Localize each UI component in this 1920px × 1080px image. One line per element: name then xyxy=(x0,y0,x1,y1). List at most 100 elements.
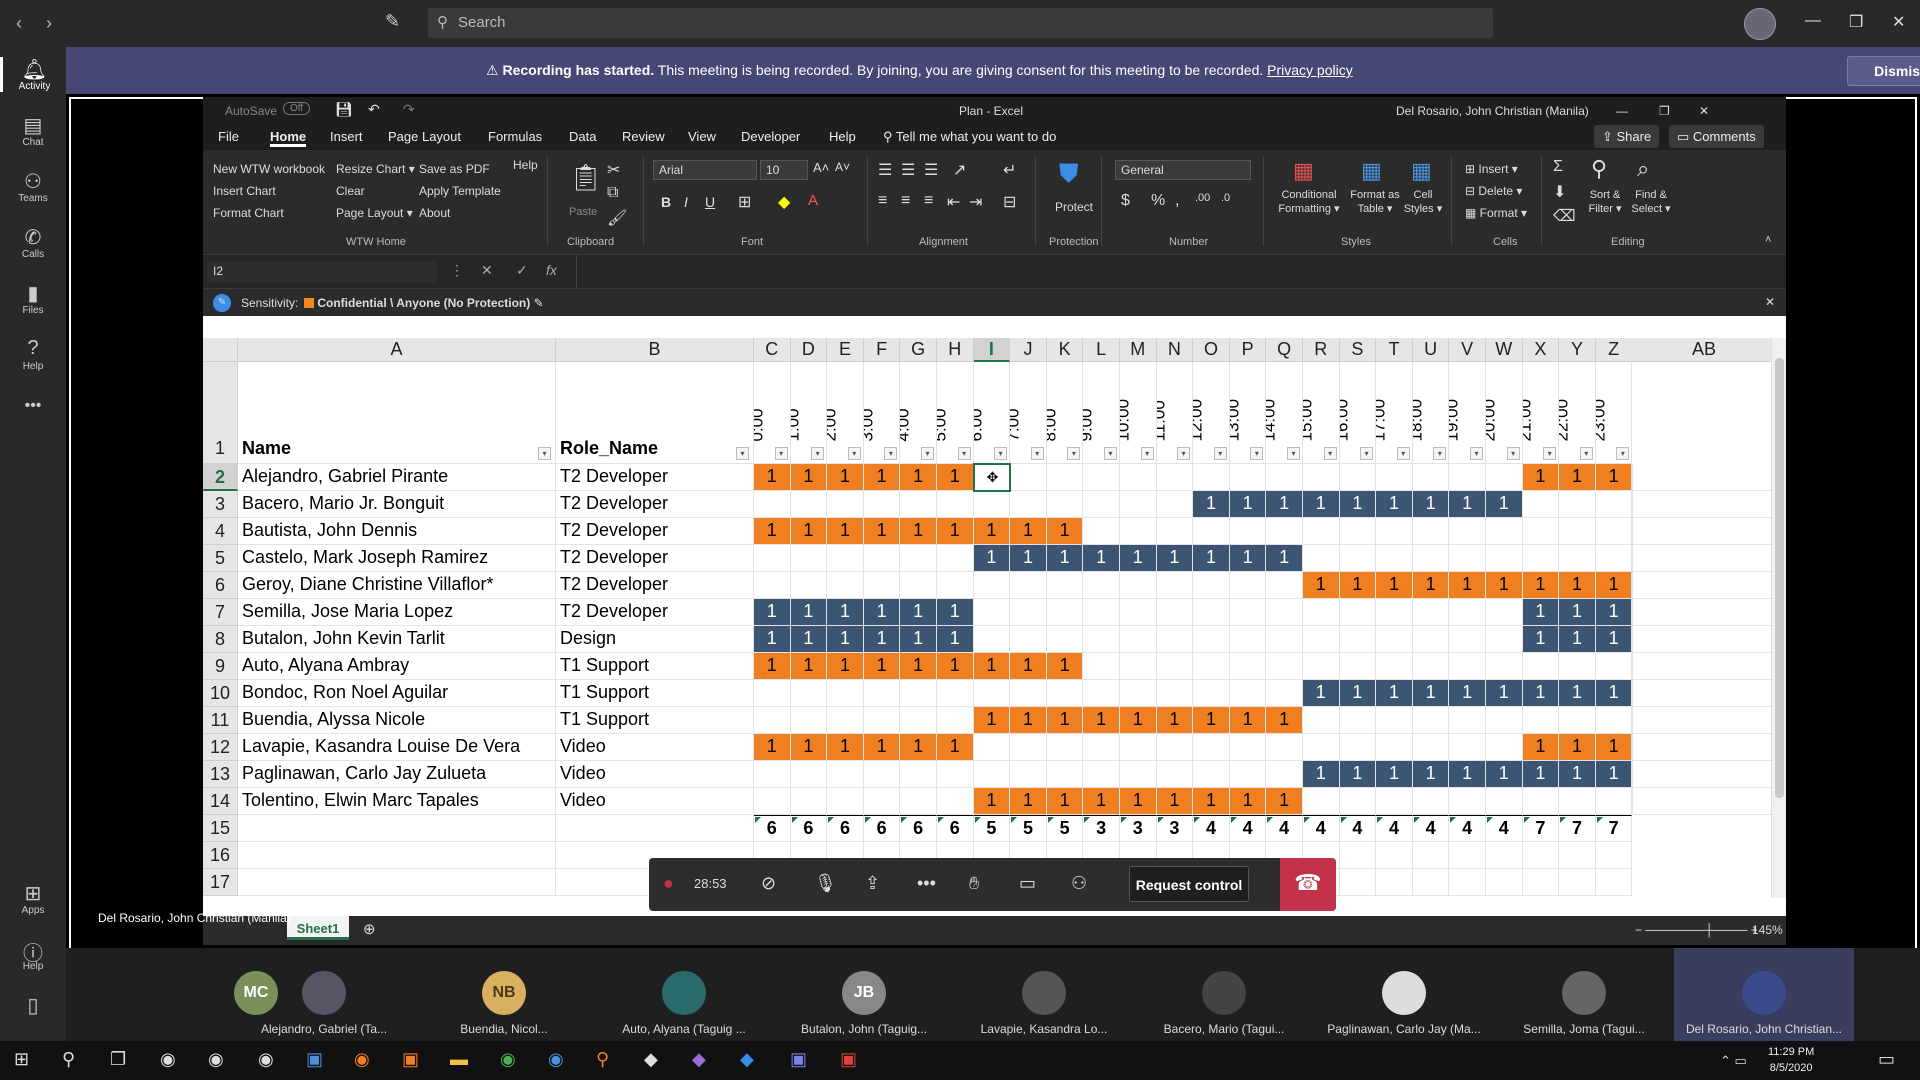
hour-cell[interactable] xyxy=(1193,734,1230,761)
total-cell[interactable]: 7 xyxy=(1559,815,1596,842)
excel-restore-icon[interactable]: ❐ xyxy=(1659,104,1670,118)
acrobat-icon[interactable]: ▣ xyxy=(840,1049,857,1070)
role-cell[interactable]: T2 Developer xyxy=(556,491,754,518)
hour-cell[interactable] xyxy=(1120,491,1157,518)
column-header[interactable]: J xyxy=(1010,338,1047,362)
hour-cell[interactable] xyxy=(863,788,901,815)
hour-cell[interactable]: 1 xyxy=(1559,761,1596,788)
filter-dropdown-icon[interactable]: ▾ xyxy=(1287,447,1300,460)
column-header[interactable]: C xyxy=(754,338,791,362)
column-header[interactable]: B xyxy=(556,338,754,362)
hour-cell[interactable] xyxy=(1339,788,1377,815)
vscode-icon[interactable]: ◆ xyxy=(740,1049,754,1070)
name-cell[interactable]: Paglinawan, Carlo Jay Zulueta xyxy=(238,761,556,788)
sublime-icon[interactable]: ▣ xyxy=(402,1049,419,1070)
hour-cell[interactable] xyxy=(1010,464,1047,491)
filter-dropdown-icon[interactable]: ▾ xyxy=(1470,447,1483,460)
total-cell[interactable]: 6 xyxy=(790,815,828,842)
hour-cell[interactable]: 1 xyxy=(1376,572,1413,599)
hour-cell[interactable] xyxy=(1229,734,1267,761)
filter-dropdown-icon[interactable]: ▾ xyxy=(736,447,749,460)
column-header[interactable]: T xyxy=(1376,338,1413,362)
align-top-icon[interactable]: ☰ xyxy=(878,160,892,180)
filter-dropdown-icon[interactable]: ▾ xyxy=(1177,447,1191,460)
row-header[interactable]: 8 xyxy=(203,626,238,653)
participant-tile[interactable]: Auto, Alyana (Taguig ... xyxy=(594,948,774,1041)
total-cell[interactable]: 3 xyxy=(1156,815,1194,842)
cell[interactable] xyxy=(1623,707,1786,734)
hour-cell[interactable]: 1 xyxy=(1046,545,1084,572)
hour-cell[interactable]: 1 xyxy=(1010,653,1047,680)
hour-cell[interactable] xyxy=(1376,626,1413,653)
hour-cell[interactable]: 1 xyxy=(973,545,1011,572)
hour-cell[interactable] xyxy=(973,680,1011,707)
wrap-text-icon[interactable]: ↵ xyxy=(1003,160,1016,180)
name-box[interactable]: I2 xyxy=(207,261,437,283)
hour-cell[interactable]: 1 xyxy=(1083,545,1120,572)
align-left-icon[interactable]: ≡ xyxy=(878,192,887,210)
hour-cell[interactable] xyxy=(1046,464,1084,491)
search-icon[interactable]: ⚲ xyxy=(62,1049,75,1070)
hour-cell[interactable]: 1 xyxy=(1193,545,1230,572)
cell[interactable] xyxy=(1623,464,1786,491)
cell[interactable] xyxy=(1623,626,1786,653)
filter-dropdown-icon[interactable]: ▾ xyxy=(1616,447,1630,460)
hour-cell[interactable] xyxy=(1083,680,1120,707)
filter-dropdown-icon[interactable]: ▾ xyxy=(811,447,825,460)
hour-cell[interactable] xyxy=(790,545,828,572)
device-icon[interactable]: ▯ xyxy=(0,993,66,1018)
protect-button[interactable]: Protect xyxy=(1055,200,1093,214)
hour-cell[interactable] xyxy=(1193,680,1230,707)
column-header[interactable]: AB xyxy=(1623,338,1786,362)
hour-cell[interactable] xyxy=(1083,734,1120,761)
scroll-thumb[interactable] xyxy=(1775,358,1784,798)
mic-off-icon[interactable]: 🎙︎ xyxy=(814,873,837,894)
filter-dropdown-icon[interactable]: ▾ xyxy=(1360,447,1374,460)
cell-styles-button[interactable]: Cell Styles ▾ xyxy=(1401,188,1445,216)
hour-cell[interactable]: 1 xyxy=(1559,680,1596,707)
column-header[interactable]: E xyxy=(827,338,864,362)
teams-taskbar-icon[interactable]: ▣ xyxy=(790,1049,807,1070)
hour-cell[interactable] xyxy=(1412,653,1450,680)
sort-filter-icon[interactable]: ⚲ xyxy=(1591,156,1607,182)
hour-cell[interactable]: 1 xyxy=(900,626,937,653)
save-icon[interactable]: 💾︎ xyxy=(335,101,353,118)
hour-cell[interactable]: 1 xyxy=(1010,707,1047,734)
hour-cell[interactable]: 1 xyxy=(1559,734,1596,761)
comments-button[interactable]: ▭ Comments xyxy=(1669,125,1764,148)
hour-cell[interactable] xyxy=(1120,734,1157,761)
hour-cell[interactable] xyxy=(790,680,828,707)
total-cell[interactable]: 4 xyxy=(1486,815,1523,842)
cell[interactable] xyxy=(1449,869,1486,896)
hour-cell[interactable] xyxy=(1449,464,1486,491)
hour-cell[interactable] xyxy=(1412,734,1450,761)
total-cell[interactable]: 5 xyxy=(1010,815,1047,842)
hour-cell[interactable] xyxy=(754,545,791,572)
hour-cell[interactable] xyxy=(1083,572,1120,599)
column-header[interactable]: D xyxy=(790,338,828,362)
cell[interactable] xyxy=(238,842,556,869)
hour-cell[interactable] xyxy=(1120,464,1157,491)
filter-dropdown-icon[interactable]: ▾ xyxy=(774,447,788,460)
hour-cell[interactable]: 1 xyxy=(827,626,864,653)
save-as-pdf-button[interactable]: Save as PDF xyxy=(419,158,501,180)
hour-cell[interactable] xyxy=(937,707,974,734)
name-cell[interactable]: Tolentino, Elwin Marc Tapales xyxy=(238,788,556,815)
hour-cell[interactable]: 1 xyxy=(1339,491,1377,518)
percent-icon[interactable]: % xyxy=(1151,192,1165,210)
delete-cells-button[interactable]: ⊟ Delete ▾ xyxy=(1465,180,1527,202)
hour-cell[interactable]: 1 xyxy=(1083,707,1120,734)
tab-view[interactable]: View xyxy=(688,129,716,144)
row-header[interactable]: 15 xyxy=(203,815,238,842)
hour-cell[interactable]: 1 xyxy=(1266,788,1303,815)
column-header[interactable]: K xyxy=(1046,338,1084,362)
format-painter-icon[interactable]: 🖌︎ xyxy=(607,208,627,228)
hour-cell[interactable] xyxy=(900,788,937,815)
cut-icon[interactable]: ✂ xyxy=(607,160,620,180)
hour-cell[interactable]: 1 xyxy=(790,599,828,626)
cell[interactable] xyxy=(1559,869,1596,896)
hour-cell[interactable] xyxy=(1412,626,1450,653)
hour-cell[interactable] xyxy=(863,491,901,518)
hour-cell[interactable]: 1 xyxy=(754,518,791,545)
cell[interactable] xyxy=(1376,842,1413,869)
